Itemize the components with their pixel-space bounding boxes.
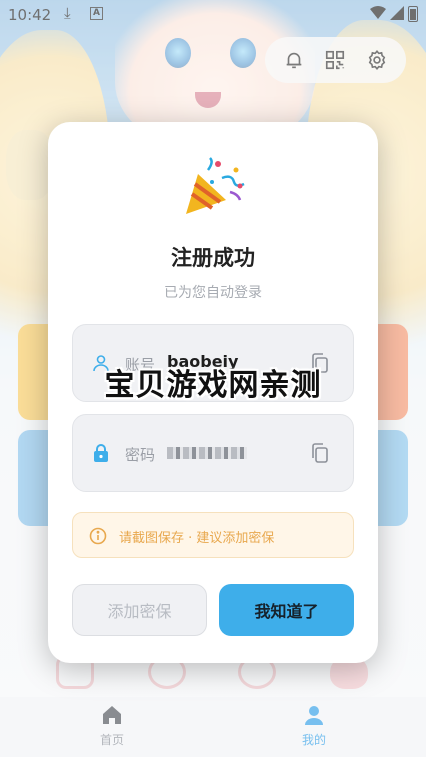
acknowledge-button[interactable]: 我知道了 [219,584,354,636]
password-field: 密码 [72,414,354,492]
password-label: 密码 [125,446,156,464]
lock-icon [94,444,108,462]
password-value-masked [167,447,247,459]
party-popper-icon [186,157,245,214]
add-security-button[interactable]: 添加密保 [72,584,207,636]
copy-icon[interactable] [309,442,331,464]
watermark-text: 宝贝游戏网亲测 [104,368,322,403]
tip-text: 请截图保存 · 建议添加密保 [119,531,275,546]
dialog-title: 注册成功 [171,246,255,270]
dialog-subtitle: 已为您自动登录 [164,285,262,301]
save-tip-banner: 请截图保存 · 建议添加密保 [72,512,354,558]
info-icon [89,527,107,545]
